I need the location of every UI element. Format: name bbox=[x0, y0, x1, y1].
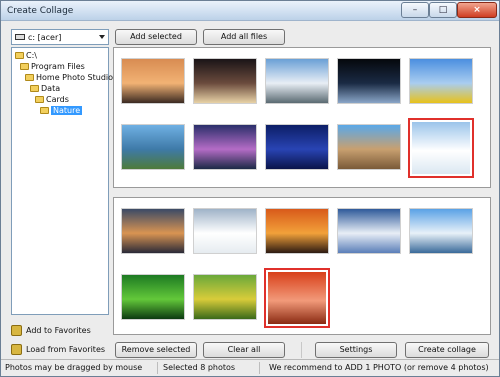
tree-item-label: C:\ bbox=[26, 50, 37, 60]
tree-item-label: Home Photo Studio bbox=[36, 72, 114, 82]
status-separator bbox=[157, 362, 158, 374]
settings-button[interactable]: Settings bbox=[315, 342, 397, 358]
photo-image bbox=[338, 59, 400, 103]
maximize-button[interactable]: □ bbox=[429, 2, 457, 18]
photo-thumbnail[interactable] bbox=[337, 124, 401, 170]
tree-item-label: Nature bbox=[51, 105, 83, 115]
photo-image bbox=[266, 209, 328, 253]
tree-item[interactable]: Program Files bbox=[20, 61, 85, 71]
add-to-favorites-label: Add to Favorites bbox=[26, 325, 91, 335]
source-photos-panel[interactable] bbox=[113, 47, 491, 188]
photo-image bbox=[412, 122, 470, 174]
photo-thumbnail[interactable] bbox=[193, 208, 257, 254]
load-from-favorites-label: Load from Favorites bbox=[26, 344, 106, 354]
photo-thumbnail[interactable] bbox=[409, 208, 473, 254]
photo-thumbnail[interactable] bbox=[337, 208, 401, 254]
folder-icon bbox=[20, 62, 29, 70]
minimize-button[interactable]: – bbox=[401, 2, 429, 18]
selected-photos-panel[interactable] bbox=[113, 197, 491, 335]
drive-icon bbox=[15, 34, 25, 40]
photo-thumbnail[interactable] bbox=[121, 208, 185, 254]
photo-thumbnail[interactable] bbox=[408, 118, 474, 178]
tree-item[interactable]: Home Photo Studio bbox=[25, 72, 113, 82]
status-selected-count: Selected 8 photos bbox=[163, 363, 236, 372]
photo-image bbox=[194, 125, 256, 169]
create-collage-button[interactable]: Create collage bbox=[405, 342, 489, 358]
status-recommendation: We recommend to ADD 1 PHOTO (or remove 4… bbox=[269, 363, 489, 372]
tree-item[interactable]: Cards bbox=[35, 94, 69, 104]
add-to-favorites-button[interactable]: Add to Favorites bbox=[11, 323, 91, 337]
add-all-files-button[interactable]: Add all files bbox=[203, 29, 285, 45]
tree-item[interactable]: Data bbox=[30, 83, 60, 93]
drive-selector[interactable]: c: [acer] bbox=[11, 29, 109, 45]
photo-thumbnail[interactable] bbox=[337, 58, 401, 104]
photo-thumbnail[interactable] bbox=[193, 58, 257, 104]
tree-item-label: Program Files bbox=[31, 61, 85, 71]
photo-image bbox=[194, 209, 256, 253]
photo-thumbnail[interactable] bbox=[121, 274, 185, 320]
photo-thumbnail[interactable] bbox=[265, 124, 329, 170]
status-separator bbox=[259, 362, 260, 374]
tree-item-label: Cards bbox=[46, 94, 69, 104]
photo-image bbox=[122, 209, 184, 253]
photo-image bbox=[338, 125, 400, 169]
window-title: Create Collage bbox=[7, 6, 74, 16]
create-collage-window: Create Collage – □ × c: [acer] C:\ Progra… bbox=[0, 0, 500, 377]
folder-icon bbox=[15, 51, 24, 59]
photo-image bbox=[266, 59, 328, 103]
status-bar: Photos may be dragged by mouse Selected … bbox=[1, 359, 499, 376]
photo-image bbox=[410, 59, 472, 103]
photo-thumbnail[interactable] bbox=[121, 124, 185, 170]
load-from-favorites-button[interactable]: Load from Favorites bbox=[11, 342, 105, 356]
tree-item[interactable]: C:\ bbox=[15, 50, 37, 60]
photo-thumbnail[interactable] bbox=[193, 124, 257, 170]
photo-image bbox=[122, 125, 184, 169]
clear-all-button[interactable]: Clear all bbox=[203, 342, 285, 358]
photo-image bbox=[338, 209, 400, 253]
photo-image bbox=[268, 272, 326, 324]
folder-icon bbox=[30, 84, 39, 92]
photo-thumbnail[interactable] bbox=[409, 58, 473, 104]
photo-thumbnail[interactable] bbox=[265, 208, 329, 254]
photo-thumbnail[interactable] bbox=[193, 274, 257, 320]
folder-icon bbox=[40, 106, 49, 114]
title-bar[interactable]: Create Collage – □ × bbox=[1, 1, 499, 21]
button-separator bbox=[301, 342, 302, 358]
tree-item-label: Data bbox=[41, 83, 61, 93]
photo-image bbox=[410, 209, 472, 253]
folder-icon bbox=[35, 95, 44, 103]
tree-item[interactable]: Nature bbox=[40, 105, 83, 115]
photo-thumbnail[interactable] bbox=[265, 58, 329, 104]
close-button[interactable]: × bbox=[457, 2, 497, 18]
chevron-down-icon[interactable] bbox=[99, 35, 105, 39]
favorites-load-icon bbox=[11, 343, 22, 355]
photo-image bbox=[122, 275, 184, 319]
status-hint: Photos may be dragged by mouse bbox=[5, 363, 143, 372]
photo-image bbox=[266, 125, 328, 169]
drive-selector-value: c: [acer] bbox=[28, 32, 62, 42]
add-selected-button[interactable]: Add selected bbox=[115, 29, 197, 45]
photo-image bbox=[122, 59, 184, 103]
photo-thumbnail[interactable] bbox=[264, 268, 330, 328]
folder-tree[interactable]: C:\ Program Files Home Photo Studio Data Car… bbox=[11, 47, 113, 315]
favorites-add-icon bbox=[11, 324, 22, 336]
photo-image bbox=[194, 275, 256, 319]
folder-icon bbox=[25, 73, 34, 81]
remove-selected-button[interactable]: Remove selected bbox=[115, 342, 197, 358]
photo-image bbox=[194, 59, 256, 103]
photo-thumbnail[interactable] bbox=[121, 58, 185, 104]
